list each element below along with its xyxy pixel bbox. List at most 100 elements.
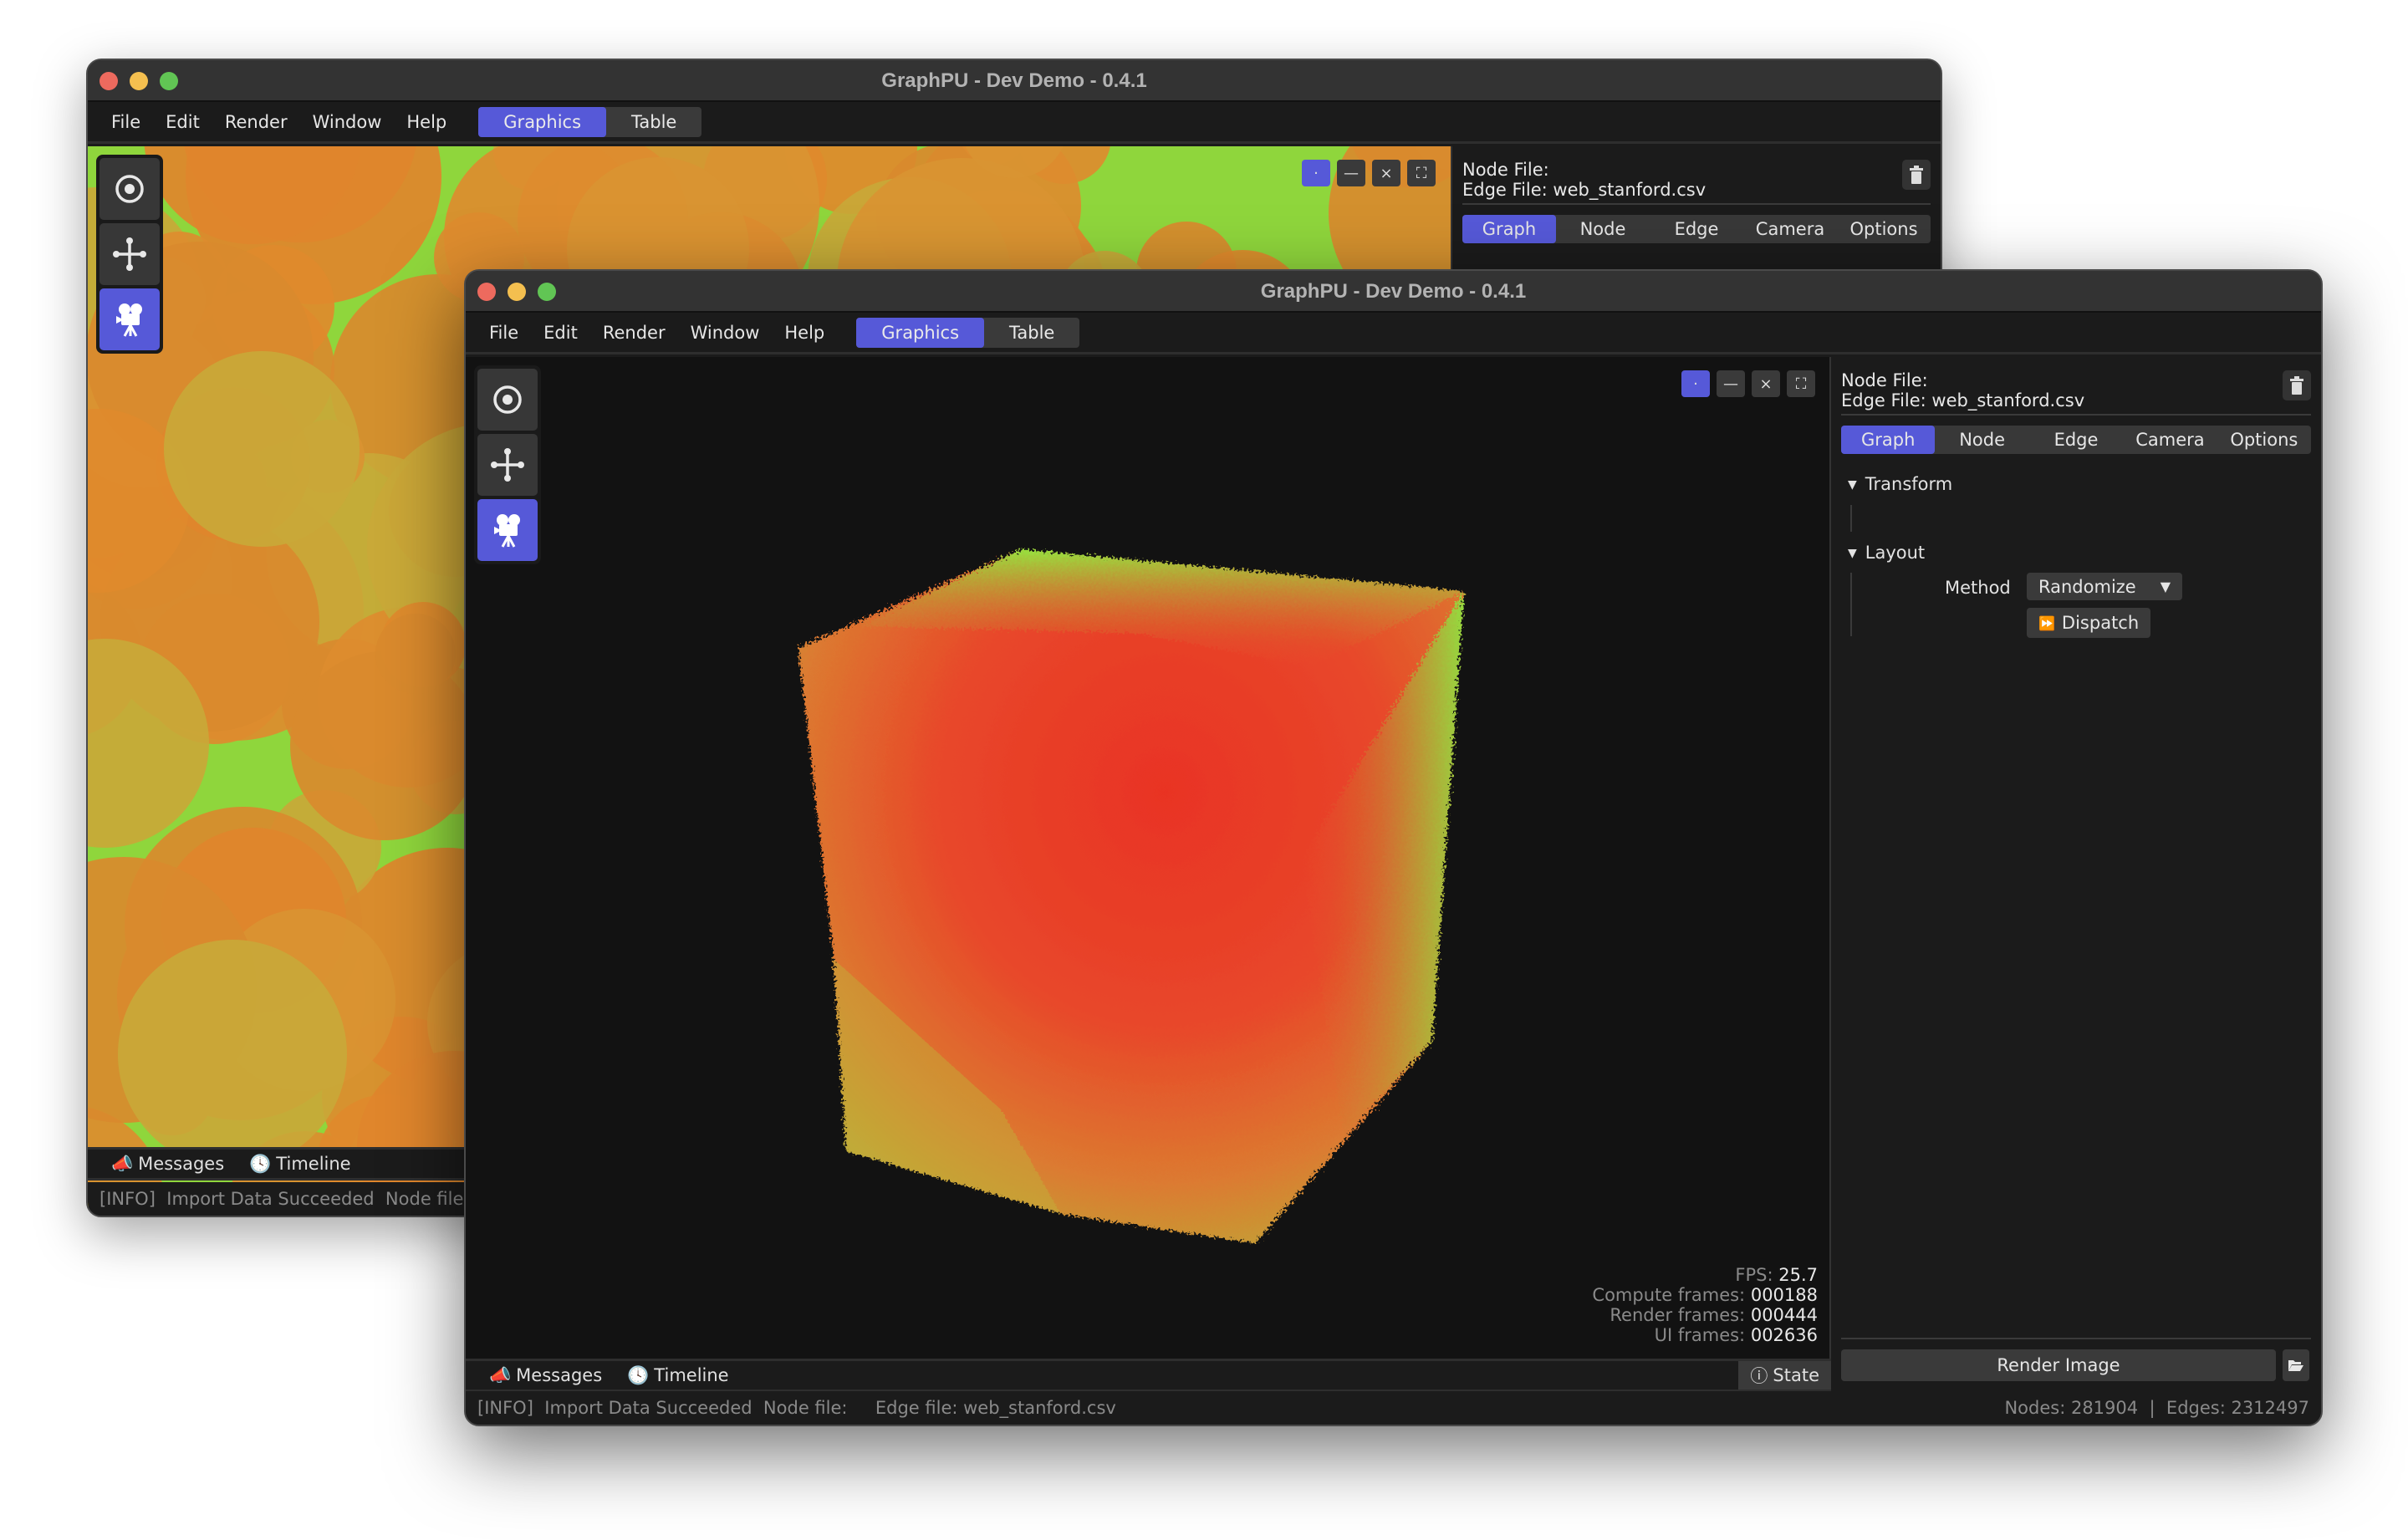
edge-count: Edges: 2312497 (2166, 1398, 2309, 1418)
megaphone-icon: 📣 (111, 1153, 134, 1174)
viewport-controls: · — × ⛶ (1681, 370, 1815, 397)
trash-icon (2290, 376, 2303, 395)
render-image-button[interactable]: Render Image (1841, 1349, 2276, 1381)
tree-indent-line (1850, 573, 1852, 636)
status-message: [INFO] Import Data Succeeded Node file: … (477, 1398, 1116, 1418)
tool-move-button[interactable] (477, 434, 538, 496)
graph-counts: Nodes: 281904 | Edges: 2312497 (2004, 1398, 2309, 1418)
window-title: GraphPU - Dev Demo - 0.4.1 (881, 69, 1147, 92)
fullscreen-icon[interactable]: ⛶ (1407, 160, 1436, 186)
dot-icon[interactable]: · (1302, 160, 1330, 186)
tab-edge[interactable]: Edge (2029, 426, 2123, 454)
window-title: GraphPU - Dev Demo - 0.4.1 (1260, 280, 1527, 303)
chevron-down-icon: ▼ (2160, 579, 2171, 594)
dispatch-button[interactable]: ⏩ Dispatch (2027, 608, 2150, 638)
messages-tab[interactable]: 📣 Messages (489, 1365, 602, 1386)
divider (1841, 1338, 2311, 1339)
tab-table[interactable]: Table (984, 318, 1079, 348)
minimize-icon[interactable]: — (1717, 370, 1745, 397)
tab-edge[interactable]: Edge (1650, 215, 1743, 243)
layout-section-header[interactable]: ▼ Layout (1848, 543, 1925, 563)
compute-frames-readout: Compute frames: 000188 (1592, 1285, 1818, 1305)
menu-bar: File Edit Render Window Help Graphics Ta… (466, 313, 2321, 354)
move-icon (113, 237, 146, 271)
menu-edit[interactable]: Edit (543, 323, 578, 343)
tab-options[interactable]: Options (1837, 215, 1931, 243)
view-tabs: Graphics Table (856, 317, 1080, 348)
fps-readout: FPS: 25.7 (1735, 1265, 1818, 1285)
tool-select-button[interactable] (99, 158, 160, 220)
toolbox (474, 365, 541, 564)
tool-camera-button[interactable] (99, 288, 160, 350)
menu-render[interactable]: Render (603, 323, 666, 343)
bottom-tabs: 📣 Messages 🕓 Timeline (88, 1147, 506, 1180)
menu-render[interactable]: Render (225, 112, 288, 132)
menu-help[interactable]: Help (406, 112, 446, 132)
node-circle (290, 651, 479, 840)
tab-camera[interactable]: Camera (1743, 215, 1837, 243)
tab-graph[interactable]: Graph (1841, 426, 1936, 454)
clock-icon: 🕓 (627, 1364, 650, 1385)
dot-icon[interactable]: · (1681, 370, 1710, 397)
close-icon[interactable]: × (1372, 160, 1400, 186)
ui-frames-readout: UI frames: 002636 (1654, 1325, 1818, 1345)
edge-file-label: Edge File: web_stanford.csv (1462, 180, 1707, 200)
messages-tab[interactable]: 📣 Messages (111, 1154, 224, 1175)
menu-file[interactable]: File (111, 112, 140, 132)
tool-camera-button[interactable] (477, 499, 538, 561)
bottom-tabs: 📣 Messages 🕓 Timeline ⓘ State (466, 1359, 1831, 1392)
folder-open-icon (2288, 1360, 2303, 1371)
menu-edit[interactable]: Edit (166, 112, 200, 132)
tab-graph[interactable]: Graph (1462, 215, 1556, 243)
tab-graphics[interactable]: Graphics (856, 317, 985, 348)
tab-graphics[interactable]: Graphics (478, 106, 607, 137)
menu-window[interactable]: Window (691, 323, 760, 343)
node-circle (164, 351, 360, 547)
toolbox (96, 155, 163, 354)
menu-help[interactable]: Help (784, 323, 824, 343)
open-folder-button[interactable] (2283, 1349, 2309, 1381)
tab-node[interactable]: Node (1556, 215, 1650, 243)
graph-viewport[interactable]: · — × ⛶ FPS: 25.7 Compute frames: 000188… (466, 357, 1831, 1359)
tab-options[interactable]: Options (2217, 426, 2311, 454)
collapse-triangle-icon: ▼ (1848, 478, 1857, 492)
render-frames-readout: Render frames: 000444 (1610, 1305, 1818, 1325)
side-panel: Node File: Edge File: web_stanford.csv G… (1829, 357, 2321, 1394)
menu-bar: File Edit Render Window Help Graphics Ta… (88, 102, 1941, 144)
fullscreen-icon[interactable]: ⛶ (1787, 370, 1815, 397)
timeline-tab[interactable]: 🕓 Timeline (627, 1365, 728, 1386)
title-bar: GraphPU - Dev Demo - 0.4.1 (466, 271, 2321, 313)
tool-select-button[interactable] (477, 369, 538, 431)
transform-section-header[interactable]: ▼ Transform (1848, 474, 1952, 494)
movie-camera-icon (494, 514, 520, 548)
close-icon[interactable]: × (1752, 370, 1780, 397)
clear-files-button[interactable] (2283, 370, 2311, 400)
node-count: Nodes: 281904 (2004, 1398, 2139, 1418)
menu-window[interactable]: Window (313, 112, 382, 132)
target-icon (115, 175, 144, 203)
movie-camera-icon (116, 303, 142, 337)
status-message: [INFO] Import Data Succeeded Node file: (99, 1189, 470, 1209)
megaphone-icon: 📣 (489, 1364, 512, 1385)
graph-render (798, 549, 1464, 1243)
target-icon (493, 385, 522, 414)
node-circle (375, 614, 456, 694)
minimize-icon[interactable]: — (1337, 160, 1365, 186)
tab-camera[interactable]: Camera (2123, 426, 2217, 454)
tab-table[interactable]: Table (606, 107, 701, 137)
collapse-triangle-icon: ▼ (1848, 547, 1857, 560)
status-bar: [INFO] Import Data Succeeded Node file: … (466, 1391, 2321, 1425)
info-icon: ⓘ (1750, 1366, 1768, 1386)
timeline-tab[interactable]: 🕓 Timeline (249, 1154, 350, 1175)
stats-overlay: FPS: 25.7 Compute frames: 000188 Render … (1592, 1265, 1818, 1345)
method-dropdown[interactable]: Randomize ▼ (2027, 573, 2182, 600)
state-tab[interactable]: ⓘ State (1738, 1361, 1831, 1390)
menu-file[interactable]: File (489, 323, 518, 343)
view-tabs: Graphics Table (478, 106, 702, 137)
viewport-controls: · — × ⛶ (1302, 160, 1436, 186)
tool-move-button[interactable] (99, 223, 160, 285)
tab-node[interactable]: Node (1935, 426, 2028, 454)
method-label: Method (1945, 578, 2011, 598)
edge-file-label: Edge File: web_stanford.csv (1841, 390, 2085, 410)
clear-files-button[interactable] (1902, 160, 1931, 190)
